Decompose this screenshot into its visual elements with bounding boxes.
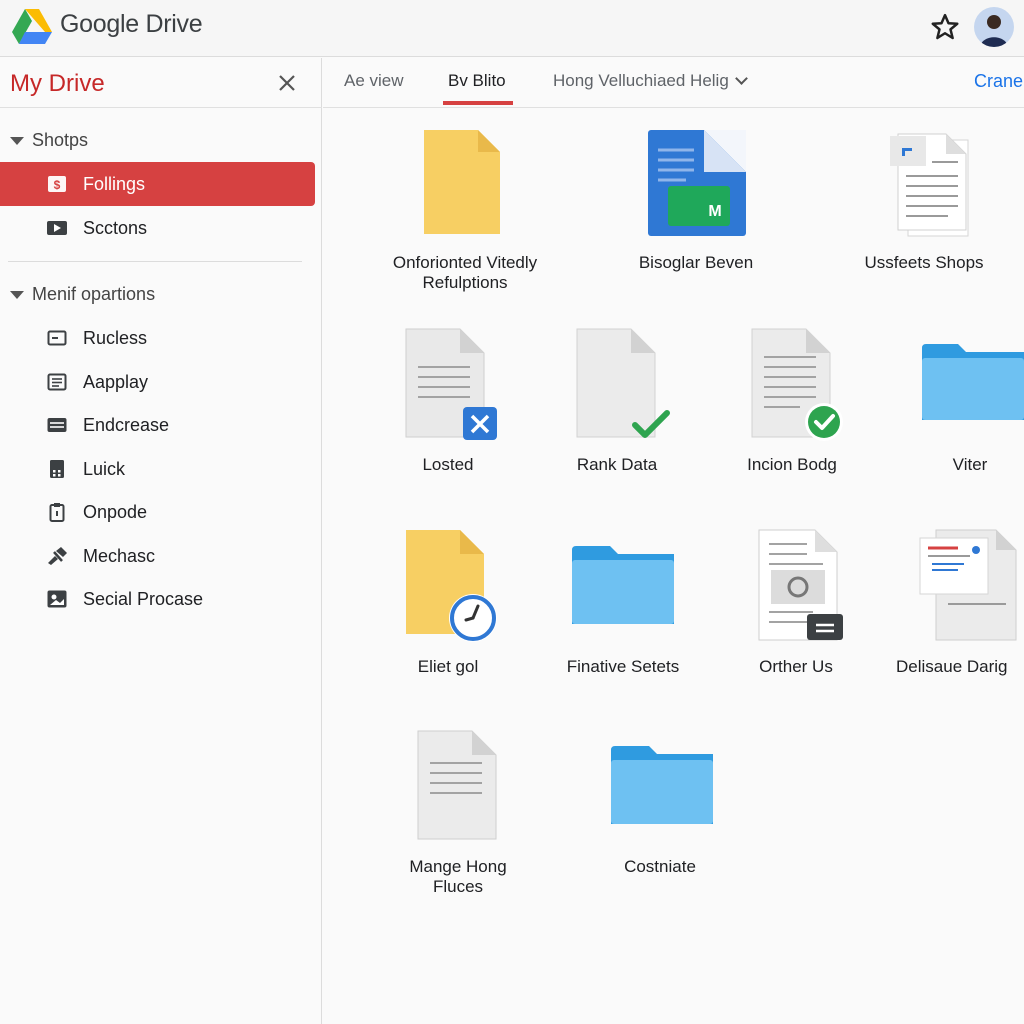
sidebar-item-luick[interactable]: Luick [0,447,315,491]
file-label: Bisoglar Beven [638,253,754,272]
yellow-document-clock-icon [406,530,497,642]
sidebar-header: My Drive [0,58,322,108]
section-label: Menif opartions [32,284,156,304]
document-pages-icon [919,529,1017,641]
section-shotps[interactable]: Shotps [10,130,88,151]
card-icon [46,328,68,348]
sidebar-item-endcrease[interactable]: Endcrease [0,403,315,447]
tab-link[interactable]: Crane [974,71,1023,92]
file-label: Delisaue Darig [896,657,1008,676]
file-label: Eliet gol [417,657,479,676]
document-image-icon [758,529,843,641]
file-item[interactable] [570,544,676,631]
google-drive-logo-icon [12,9,52,44]
sidebar-item-label: Luick [83,458,126,479]
user-avatar-icon [980,15,1008,47]
file-item[interactable] [609,744,715,831]
sidebar-item-secial-procase[interactable]: Secial Procase [0,577,315,621]
chevron-down-icon [734,72,748,85]
file-item[interactable] [420,128,502,243]
document-with-x-badge-icon [405,328,497,440]
tray-icon [46,415,68,435]
file-label: Mange Hong Fluces [378,857,538,897]
tab-bv-blito[interactable]: Bv Blito [448,71,506,91]
file-item[interactable] [757,528,847,647]
file-label: Finative Setets [566,657,680,676]
image-icon [46,589,68,609]
yellow-document-icon [424,130,500,234]
avatar[interactable] [974,7,1014,47]
file-label: Rank Data [576,455,658,474]
file-name: Mange Hong [409,857,507,876]
file-label: Costniate [624,857,696,876]
tab-label: Hong Velluchiaed Helig [553,71,729,90]
file-label: Viter [952,455,988,474]
calculator-icon [46,459,68,479]
svg-text:M: M [708,203,721,220]
video-icon [46,218,68,238]
sidebar-item-label: Follings [83,173,146,194]
file-item[interactable] [920,342,1024,427]
tab-ae-view[interactable]: Ae view [344,71,404,91]
clipboard-icon [46,502,68,522]
caret-down-icon [10,290,24,299]
close-icon[interactable] [272,68,302,98]
sidebar-item-label: Aapplay [83,371,149,392]
document-icon [417,730,497,840]
file-item[interactable] [888,132,972,245]
sidebar-item-rucless[interactable]: Rucless [0,316,315,360]
file-label: Incion Bodg [747,455,837,474]
sidebar-item-label: Rucless [83,327,148,348]
app-title: Google Drive [60,10,203,38]
sidebar-divider [8,261,302,262]
document-with-check-icon [576,328,670,438]
folder-icon [611,746,713,824]
top-bar: Google Drive [0,0,1024,57]
tab-dropdown[interactable]: Hong Velluchiaed Helig [553,71,748,91]
sidebar-title: My Drive [10,70,105,97]
document-lines-icon [46,372,68,392]
sidebar-item-aapplay[interactable]: Aapplay [0,360,315,404]
sidebar-item-label: Mechasc [83,545,156,566]
folder-icon [572,546,674,624]
section-label: Shotps [32,130,89,150]
document-with-check-circle-icon [751,328,843,441]
file-item[interactable] [404,327,500,448]
sidebar-item-label: Onpode [83,501,148,522]
file-name-line2: Fluces [432,877,484,896]
sidebar-item-onpode[interactable]: Onpode [0,490,315,534]
file-item[interactable] [918,528,1020,647]
file-item[interactable] [404,528,500,649]
caret-down-icon [10,136,24,145]
slides-icon: $ [46,174,68,194]
file-item[interactable] [416,729,500,848]
file-item[interactable] [750,327,848,448]
sidebar: My Drive Shotps $ Follings Scctons Menif… [0,58,322,1024]
tools-icon [46,546,68,566]
star-icon[interactable] [930,12,960,42]
file-label: Ussfeets Shops [864,253,984,272]
blue-document-icon: M [648,130,746,236]
sidebar-item-label: Endcrease [83,414,170,435]
file-label: Losted [422,455,474,474]
sidebar-item-label: Secial Procase [83,588,204,609]
file-item[interactable] [575,327,673,446]
folder-icon [922,344,1024,420]
active-tab-indicator [443,101,513,105]
section-menif-opartions[interactable]: Menif opartions [10,284,155,305]
document-stack-icon [890,133,969,237]
sidebar-item-follings[interactable]: $ Follings [0,162,315,206]
file-label: Orther Us [759,657,833,676]
sidebar-item-label: Scctons [83,217,148,238]
file-name-line2: Refulptions [422,273,508,292]
sidebar-item-mechasc[interactable]: Mechasc [0,534,315,578]
file-item[interactable]: M [646,128,748,243]
svg-text:$: $ [54,178,61,192]
file-name: Onforionted Vitedly [392,253,538,272]
sidebar-item-scctons[interactable]: Scctons [0,206,315,250]
file-label: Onforionted Vitedly Refulptions [360,253,570,293]
